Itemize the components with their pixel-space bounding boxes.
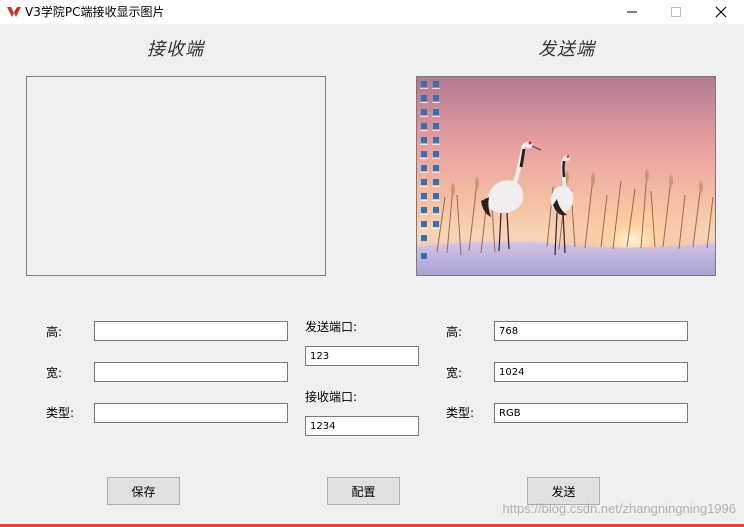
receiver-width-input[interactable]	[94, 362, 288, 382]
maximize-button[interactable]	[653, 0, 699, 24]
received-image-box	[26, 76, 326, 276]
sender-height-label: 高:	[446, 325, 463, 339]
sender-width-label: 宽:	[446, 366, 463, 380]
close-icon	[715, 6, 727, 18]
receiver-width-label: 宽:	[46, 366, 63, 380]
sent-image-preview	[416, 76, 716, 276]
recv-port-input[interactable]	[305, 416, 419, 436]
sender-heading: 发送端	[538, 39, 595, 60]
save-button[interactable]: 保存	[107, 477, 180, 505]
receiver-type-input[interactable]	[94, 403, 288, 423]
minimize-button[interactable]	[609, 0, 655, 24]
maximize-icon	[671, 7, 681, 17]
app-logo-icon	[7, 7, 21, 17]
window-title: V3学院PC端接收显示图片	[25, 5, 165, 19]
close-button[interactable]	[698, 0, 744, 24]
send-port-input[interactable]	[305, 346, 419, 366]
receiver-height-label: 高:	[46, 325, 63, 339]
sender-width-input[interactable]	[494, 362, 688, 382]
title-bar: V3学院PC端接收显示图片	[0, 0, 744, 24]
crane-sunset-image	[417, 77, 715, 275]
minimize-icon	[627, 11, 637, 13]
sender-height-input[interactable]	[494, 321, 688, 341]
watermark: https://blog.csdn.net/zhangningning1996	[502, 501, 736, 516]
receiver-height-input[interactable]	[94, 321, 288, 341]
send-port-label: 发送端口:	[305, 320, 358, 334]
sender-type-label: 类型:	[446, 406, 475, 420]
recv-port-label: 接收端口:	[305, 390, 358, 404]
receiver-type-label: 类型:	[46, 406, 75, 420]
config-button[interactable]: 配置	[327, 477, 400, 505]
sender-type-input[interactable]	[494, 403, 688, 423]
receiver-heading: 接收端	[147, 39, 204, 60]
